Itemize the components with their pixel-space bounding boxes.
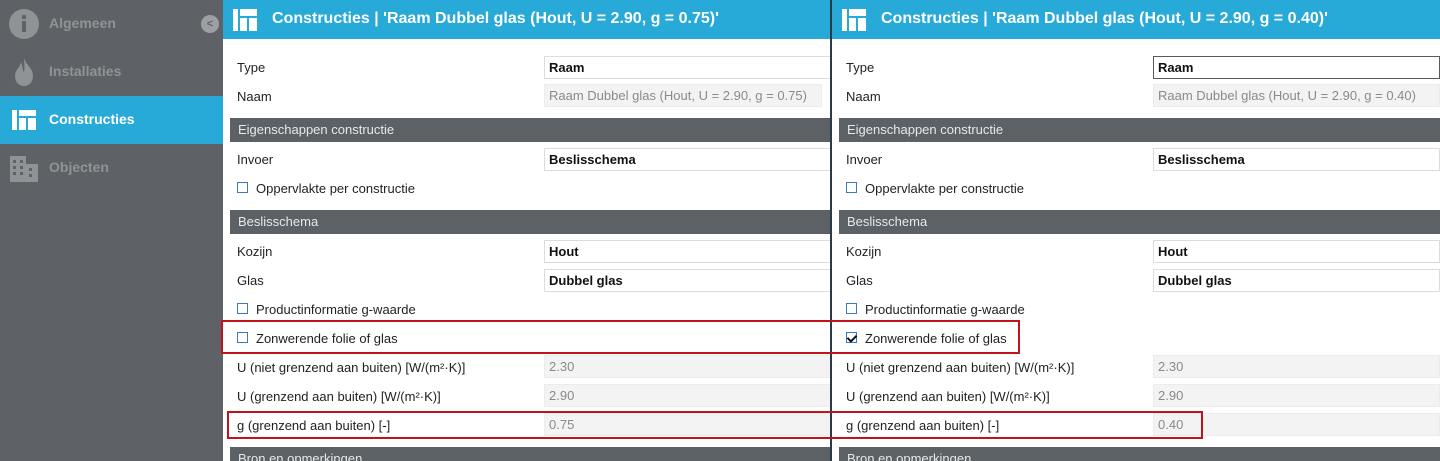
sidebar-item-constructies[interactable]: Constructies bbox=[0, 96, 223, 144]
section-beslisschema: Beslisschema bbox=[230, 210, 830, 234]
u-grenzend-label: U (grenzend aan buiten) [W/(m²·K)] bbox=[846, 389, 1050, 404]
kozijn-select[interactable]: Hout bbox=[1153, 240, 1440, 263]
naam-field[interactable]: Raam Dubbel glas (Hout, U = 2.90, g = 0.… bbox=[1153, 84, 1440, 107]
invoer-label: Invoer bbox=[237, 152, 274, 167]
sidebar-item-label: Constructies bbox=[49, 111, 135, 127]
construction-panel-right: Constructies | 'Raam Dubbel glas (Hout, … bbox=[832, 0, 1440, 461]
glas-select[interactable]: Dubbel glas bbox=[1153, 269, 1440, 292]
zonwerende-checkbox[interactable] bbox=[237, 332, 248, 343]
sidebar: < Algemeen Installaties Constructies Obj… bbox=[0, 0, 223, 461]
panel-title: Constructies | 'Raam Dubbel glas (Hout, … bbox=[272, 10, 719, 27]
kozijn-select[interactable]: Hout bbox=[544, 240, 830, 263]
invoer-label: Invoer bbox=[846, 152, 883, 167]
construction-icon bbox=[842, 9, 866, 31]
section-bron: Bron en opmerkingen bbox=[230, 447, 830, 461]
sidebar-item-label: Objecten bbox=[49, 159, 109, 175]
invoer-select[interactable]: Beslisschema bbox=[544, 148, 830, 171]
productinfo-checkbox[interactable] bbox=[237, 303, 248, 314]
sidebar-item-installaties[interactable]: Installaties bbox=[0, 48, 223, 96]
g-grenzend-label: g (grenzend aan buiten) [-] bbox=[846, 418, 1000, 433]
u-grenzend-field[interactable]: 2.90 bbox=[544, 384, 830, 407]
type-label: Type bbox=[237, 60, 266, 75]
flame-icon bbox=[15, 58, 33, 86]
type-select[interactable]: Raam bbox=[1153, 56, 1440, 79]
naam-label: Naam bbox=[237, 89, 272, 104]
oppervlakte-checkbox[interactable] bbox=[237, 182, 248, 193]
type-label: Type bbox=[846, 60, 875, 75]
kozijn-label: Kozijn bbox=[237, 244, 273, 259]
sidebar-item-algemeen[interactable]: Algemeen bbox=[0, 0, 223, 48]
construction-icon bbox=[12, 110, 36, 130]
glas-label: Glas bbox=[846, 273, 873, 288]
glas-select[interactable]: Dubbel glas bbox=[544, 269, 830, 292]
section-eigenschappen: Eigenschappen constructie bbox=[839, 118, 1440, 142]
g-grenzend-field[interactable]: 0.75 bbox=[544, 413, 830, 436]
productinfo-label: Productinformatie g-waarde bbox=[256, 302, 416, 317]
construction-panel-left: Constructies | 'Raam Dubbel glas (Hout, … bbox=[223, 0, 830, 461]
sidebar-item-label: Installaties bbox=[49, 63, 122, 79]
u-niet-grenzend-label: U (niet grenzend aan buiten) [W/(m²·K)] bbox=[846, 360, 1075, 375]
u-niet-grenzend-field[interactable]: 2.30 bbox=[544, 355, 830, 378]
panel-header: Constructies | 'Raam Dubbel glas (Hout, … bbox=[832, 0, 1440, 39]
sidebar-item-label: Algemeen bbox=[49, 15, 116, 31]
sidebar-item-objecten[interactable]: Objecten bbox=[0, 144, 223, 192]
g-grenzend-field[interactable]: 0.40 bbox=[1153, 413, 1440, 436]
productinfo-label: Productinformatie g-waarde bbox=[865, 302, 1025, 317]
productinfo-checkbox[interactable] bbox=[846, 303, 857, 314]
invoer-select[interactable]: Beslisschema bbox=[1153, 148, 1440, 171]
oppervlakte-label: Oppervlakte per constructie bbox=[256, 181, 415, 196]
panel-header: Constructies | 'Raam Dubbel glas (Hout, … bbox=[223, 0, 830, 39]
section-beslisschema: Beslisschema bbox=[839, 210, 1440, 234]
type-select[interactable]: Raam bbox=[544, 56, 830, 79]
g-grenzend-label: g (grenzend aan buiten) [-] bbox=[237, 418, 391, 433]
building-icon bbox=[10, 156, 38, 182]
info-icon bbox=[9, 9, 39, 39]
oppervlakte-label: Oppervlakte per constructie bbox=[865, 181, 1024, 196]
naam-field[interactable]: Raam Dubbel glas (Hout, U = 2.90, g = 0.… bbox=[544, 84, 822, 107]
kozijn-label: Kozijn bbox=[846, 244, 882, 259]
section-bron: Bron en opmerkingen bbox=[839, 447, 1440, 461]
u-niet-grenzend-field[interactable]: 2.30 bbox=[1153, 355, 1440, 378]
glas-label: Glas bbox=[237, 273, 264, 288]
zonwerende-label: Zonwerende folie of glas bbox=[865, 331, 1007, 346]
panel-title: Constructies | 'Raam Dubbel glas (Hout, … bbox=[881, 10, 1328, 27]
section-eigenschappen: Eigenschappen constructie bbox=[230, 118, 830, 142]
oppervlakte-checkbox[interactable] bbox=[846, 182, 857, 193]
naam-label: Naam bbox=[846, 89, 881, 104]
zonwerende-checkbox[interactable] bbox=[846, 332, 857, 343]
u-niet-grenzend-label: U (niet grenzend aan buiten) [W/(m²·K)] bbox=[237, 360, 466, 375]
u-grenzend-field[interactable]: 2.90 bbox=[1153, 384, 1440, 407]
construction-icon bbox=[233, 9, 257, 31]
u-grenzend-label: U (grenzend aan buiten) [W/(m²·K)] bbox=[237, 389, 441, 404]
zonwerende-label: Zonwerende folie of glas bbox=[256, 331, 398, 346]
